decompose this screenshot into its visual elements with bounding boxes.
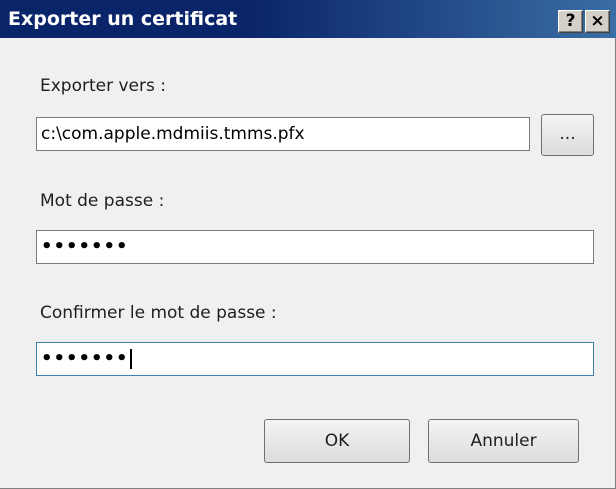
ok-button[interactable]: OK xyxy=(264,419,410,463)
password-masked-value: ••••••• xyxy=(41,236,129,257)
password-label: Mot de passe : xyxy=(40,191,165,211)
title-bar[interactable]: Exporter un certificat ? × xyxy=(0,0,616,38)
dialog-title: Exporter un certificat xyxy=(8,8,238,30)
confirm-password-input[interactable]: ••••••• xyxy=(36,342,594,376)
help-button[interactable]: ? xyxy=(558,10,583,33)
export-certificate-dialog: Exporter un certificat ? × Exporter vers… xyxy=(0,0,616,489)
confirm-password-masked-value: ••••••• xyxy=(41,348,129,369)
confirm-password-label: Confirmer le mot de passe : xyxy=(40,303,277,323)
close-icon: × xyxy=(590,11,605,31)
export-path-input[interactable]: c:\com.apple.mdmiis.tmms.pfx xyxy=(36,117,530,151)
password-input[interactable]: ••••••• xyxy=(36,230,594,264)
text-caret xyxy=(129,349,132,369)
browse-button[interactable]: ... xyxy=(541,114,594,156)
cancel-button[interactable]: Annuler xyxy=(428,419,579,463)
help-icon: ? xyxy=(565,11,576,31)
export-to-label: Exporter vers : xyxy=(40,76,166,96)
close-button[interactable]: × xyxy=(585,10,610,33)
